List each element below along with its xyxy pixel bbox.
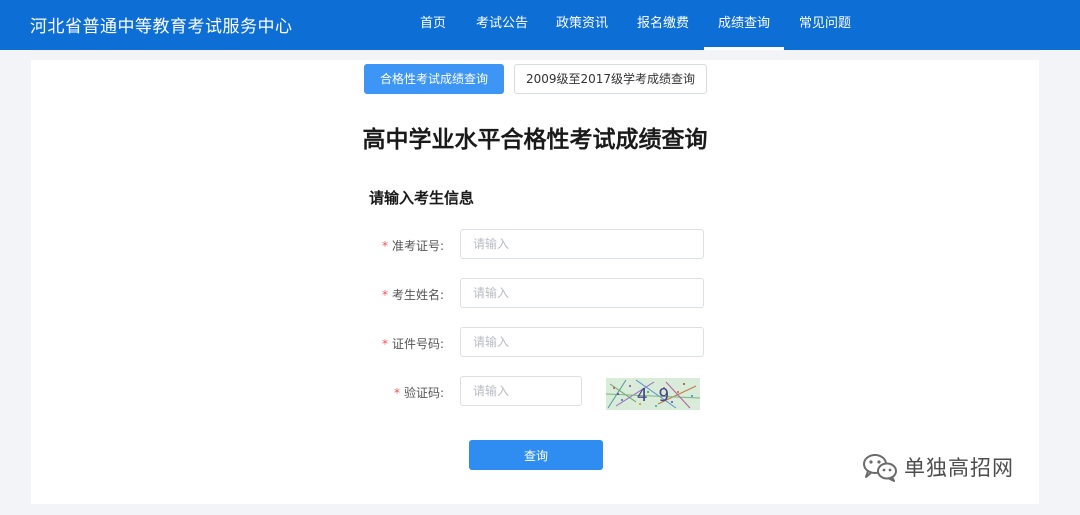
tab-2009-2017-score-query[interactable]: 2009级至2017级学考成绩查询 [514,64,707,94]
query-card: 合格性考试成绩查询 2009级至2017级学考成绩查询 高中学业水平合格性考试成… [31,60,1039,504]
required-mark: * [393,386,400,400]
field-label-id-number: * 证件号码: [31,335,444,352]
nav-item-policy-news[interactable]: 政策资讯 [550,0,614,50]
nav-item-announcements[interactable]: 考试公告 [470,0,534,50]
wechat-icon [863,454,897,482]
nav-item-faq[interactable]: 常见问题 [793,0,857,50]
section-title: 请输入考生信息 [369,189,475,207]
captcha-image[interactable]: 4 9 [606,378,700,410]
page-title: 高中学业水平合格性考试成绩查询 [362,127,708,153]
exam-number-input[interactable] [460,229,704,259]
nav-item-registration-payment[interactable]: 报名缴费 [631,0,695,50]
nav-item-score-query[interactable]: 成绩查询 [704,0,784,50]
id-number-input[interactable] [460,327,704,357]
top-header: 河北省普通中等教育考试服务中心 首页 考试公告 政策资讯 报名缴费 成绩查询 常… [0,0,1080,50]
field-label-student-name: * 考生姓名: [31,286,444,303]
tab-qualification-score-query[interactable]: 合格性考试成绩查询 [364,64,504,94]
nav-item-home[interactable]: 首页 [408,0,458,50]
watermark-text: 单独高招网 [904,456,1014,480]
captcha-text: 4 9 [637,385,670,406]
required-mark: * [381,288,388,302]
student-name-input[interactable] [460,278,704,308]
watermark: 单独高招网 [862,449,1014,485]
captcha-input[interactable] [460,376,582,406]
required-mark: * [381,337,388,351]
field-label-exam-number: * 准考证号: [31,237,444,254]
field-label-captcha: * 验证码: [31,384,444,401]
site-title: 河北省普通中等教育考试服务中心 [30,17,293,37]
query-button[interactable]: 查询 [469,440,603,470]
field-label-text: 验证码: [403,386,444,400]
required-mark: * [381,239,388,253]
field-label-text: 证件号码: [391,337,444,351]
field-label-text: 考生姓名: [391,288,444,302]
field-label-text: 准考证号: [391,239,444,253]
